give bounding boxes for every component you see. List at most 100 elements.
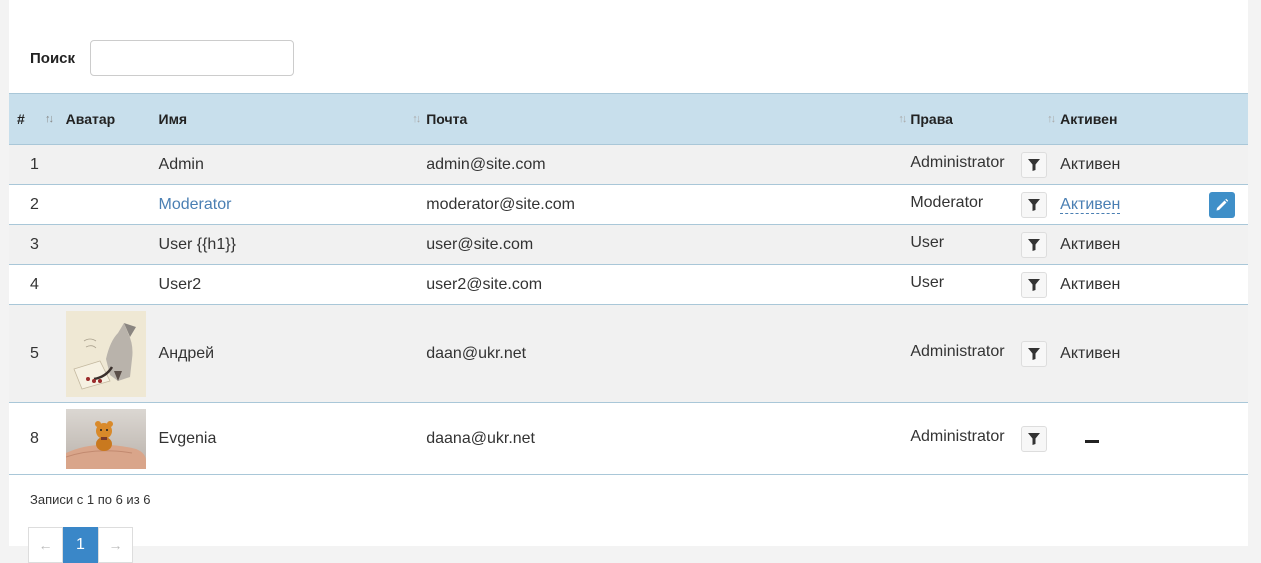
actions-cell bbox=[1209, 224, 1248, 265]
column-header-avatar-label: Аватар bbox=[65, 111, 116, 127]
column-header-role-label: Права bbox=[910, 111, 953, 127]
table-row[interactable]: 2 Moderator moderator@site.com Moderator… bbox=[9, 184, 1248, 225]
column-header-num[interactable]: # ↑↓ bbox=[9, 93, 66, 145]
column-header-avatar: Аватар bbox=[65, 93, 159, 145]
funnel-icon bbox=[1028, 238, 1041, 251]
column-header-email-label: Почта bbox=[426, 111, 468, 127]
table-row[interactable]: 8 Evgenia daana@ukr.net Administrator bbox=[9, 402, 1248, 475]
row-active: Активен bbox=[1060, 264, 1210, 305]
table-row[interactable]: 1 Admin admin@site.com Administrator Акт… bbox=[9, 144, 1248, 185]
search-row: Поиск bbox=[30, 39, 295, 77]
table-header-row: # ↑↓ Аватар Имя ↑↓ Почта ↑↓ Права ↑↓ Акт… bbox=[9, 93, 1248, 145]
row-num: 5 bbox=[9, 304, 66, 403]
avatar-fox-drawing-image bbox=[65, 310, 146, 397]
row-name: User2 bbox=[158, 264, 427, 305]
funnel-icon bbox=[1028, 278, 1041, 291]
column-header-active[interactable]: Активен bbox=[1060, 93, 1210, 145]
column-header-actions bbox=[1209, 93, 1248, 145]
actions-cell bbox=[1209, 184, 1248, 225]
row-email: user2@site.com bbox=[426, 264, 911, 305]
actions-cell bbox=[1209, 304, 1248, 403]
sort-icon[interactable]: ↑↓ bbox=[898, 113, 907, 125]
row-num: 2 bbox=[9, 184, 66, 225]
records-info: Записи с 1 по 6 из 6 bbox=[30, 492, 151, 507]
sort-icon[interactable]: ↑↓ bbox=[412, 113, 421, 125]
row-role: Administrator bbox=[910, 342, 1005, 360]
filter-button[interactable] bbox=[1021, 340, 1048, 367]
pagination-prev-button[interactable]: ← bbox=[28, 527, 63, 563]
active-cell: Активен bbox=[1060, 184, 1210, 225]
row-active: Активен bbox=[1060, 304, 1210, 403]
avatar-cell bbox=[65, 264, 159, 305]
funnel-icon bbox=[1028, 432, 1041, 445]
avatar-cell bbox=[65, 144, 159, 185]
filter-button[interactable] bbox=[1021, 425, 1048, 452]
role-cell: Moderator bbox=[910, 184, 1061, 225]
row-role: User bbox=[910, 233, 945, 251]
users-panel: Поиск # ↑↓ Аватар Имя ↑↓ Почта ↑↓ Права … bbox=[9, 0, 1248, 563]
filter-button[interactable] bbox=[1021, 271, 1048, 298]
avatar-cell bbox=[65, 402, 159, 475]
row-num: 8 bbox=[9, 402, 66, 475]
table-row[interactable]: 5 Андрей daan@ukr.net Administrator Акти… bbox=[9, 304, 1248, 403]
row-name: Admin bbox=[158, 144, 427, 185]
name-cell: Moderator bbox=[158, 184, 427, 225]
column-header-email[interactable]: Почта ↑↓ bbox=[426, 93, 911, 145]
role-cell: User bbox=[910, 264, 1061, 305]
sort-asc-icon[interactable]: ↑↓ bbox=[45, 113, 54, 125]
funnel-icon bbox=[1028, 347, 1041, 360]
filter-button[interactable] bbox=[1021, 231, 1048, 258]
avatar-cell bbox=[65, 304, 159, 403]
avatar-cell bbox=[65, 224, 159, 265]
search-label: Поиск bbox=[30, 49, 76, 67]
actions-cell bbox=[1209, 402, 1248, 475]
row-num: 4 bbox=[9, 264, 66, 305]
row-active: Активен bbox=[1060, 144, 1210, 185]
minus-icon bbox=[1085, 439, 1100, 443]
row-name: User {{h1}} bbox=[158, 224, 427, 265]
table-row[interactable]: 3 User {{h1}} user@site.com User Активен bbox=[9, 224, 1248, 265]
column-header-num-label: # bbox=[17, 111, 25, 127]
row-email: daana@ukr.net bbox=[426, 402, 911, 475]
avatar-cell bbox=[65, 184, 159, 225]
sort-icon[interactable]: ↑↓ bbox=[1047, 113, 1056, 125]
search-input[interactable] bbox=[90, 40, 295, 76]
row-name-link[interactable]: Moderator bbox=[159, 196, 232, 213]
actions-cell bbox=[1209, 144, 1248, 185]
role-cell: User bbox=[910, 224, 1061, 265]
pagination: ← 1 → bbox=[28, 527, 133, 563]
row-role: Administrator bbox=[910, 153, 1005, 171]
row-email: user@site.com bbox=[426, 224, 911, 265]
users-table: # ↑↓ Аватар Имя ↑↓ Почта ↑↓ Права ↑↓ Акт… bbox=[9, 93, 1248, 475]
column-header-active-label: Активен bbox=[1060, 111, 1118, 127]
role-cell: Administrator bbox=[910, 304, 1061, 403]
row-name: Evgenia bbox=[158, 402, 427, 475]
row-name: Андрей bbox=[158, 304, 427, 403]
row-num: 1 bbox=[9, 144, 66, 185]
row-num: 3 bbox=[9, 224, 66, 265]
column-header-role[interactable]: Права ↑↓ bbox=[910, 93, 1061, 145]
row-email: admin@site.com bbox=[426, 144, 911, 185]
pagination-next-button[interactable]: → bbox=[98, 527, 133, 563]
edit-button[interactable] bbox=[1209, 191, 1236, 218]
active-cell bbox=[1060, 402, 1210, 475]
funnel-icon bbox=[1028, 158, 1041, 171]
role-cell: Administrator bbox=[910, 144, 1061, 185]
row-role: User bbox=[910, 273, 945, 291]
pencil-icon bbox=[1216, 198, 1229, 210]
filter-button[interactable] bbox=[1021, 151, 1048, 178]
row-active: Активен bbox=[1060, 224, 1210, 265]
row-email: moderator@site.com bbox=[426, 184, 911, 225]
funnel-icon bbox=[1028, 198, 1041, 211]
row-email: daan@ukr.net bbox=[426, 304, 911, 403]
row-role: Administrator bbox=[910, 427, 1005, 445]
actions-cell bbox=[1209, 264, 1248, 305]
column-header-name-label: Имя bbox=[158, 111, 188, 127]
active-toggle-link[interactable]: Активен bbox=[1060, 195, 1121, 214]
role-cell: Administrator bbox=[910, 402, 1061, 475]
filter-button[interactable] bbox=[1021, 191, 1048, 218]
column-header-name[interactable]: Имя ↑↓ bbox=[158, 93, 427, 145]
avatar-tiny-bear-image bbox=[65, 408, 146, 469]
pagination-page-button[interactable]: 1 bbox=[63, 527, 98, 563]
table-row[interactable]: 4 User2 user2@site.com User Активен bbox=[9, 264, 1248, 305]
